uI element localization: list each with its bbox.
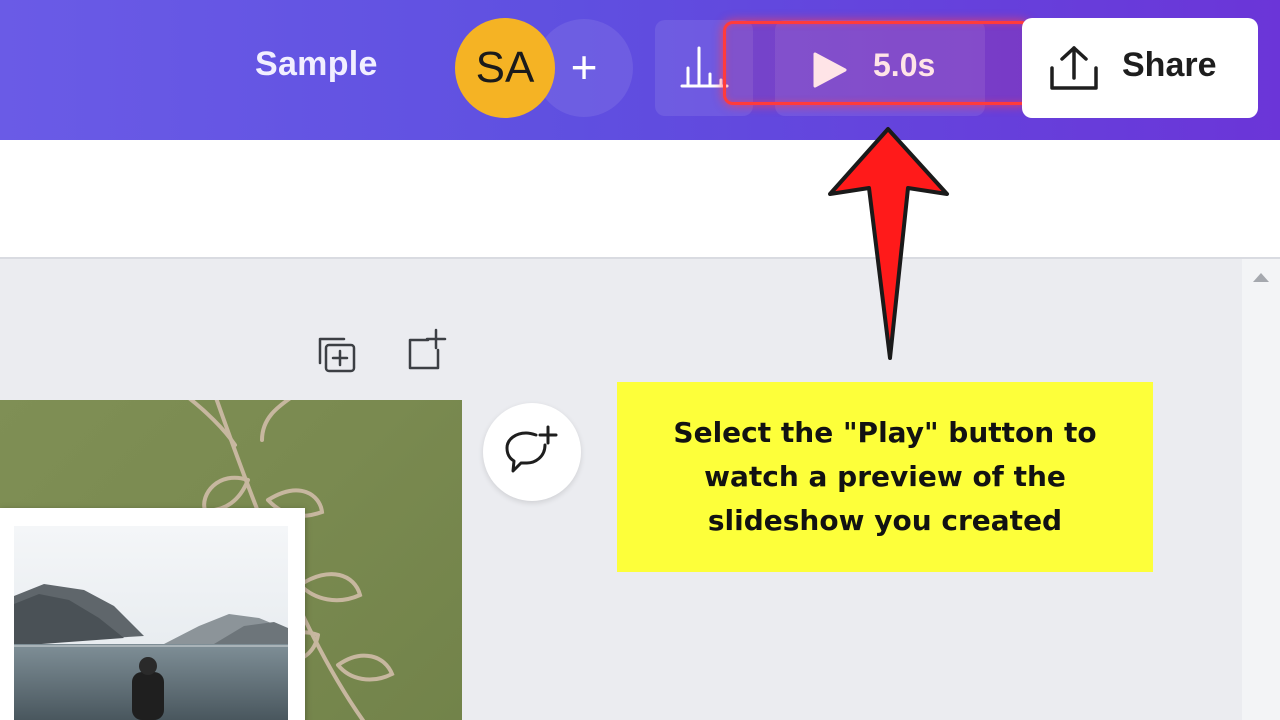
plus-icon: + [570, 41, 598, 93]
top-bar: Sample + SA 5.0s Share [0, 0, 1280, 140]
editor-toolbar [0, 140, 1280, 259]
design-title[interactable]: Sample [255, 45, 378, 84]
add-comment-icon [505, 425, 558, 473]
red-arrow-pointer [828, 127, 949, 360]
scroll-up-icon[interactable] [1253, 273, 1269, 282]
instruction-callout: Select the "Play" button to watch a prev… [617, 382, 1153, 572]
upload-icon [1050, 46, 1098, 90]
duplicate-page-icon[interactable] [316, 335, 360, 375]
add-comment-button[interactable] [483, 403, 581, 501]
user-avatar[interactable]: SA [455, 18, 555, 118]
play-button-highlight [723, 21, 1031, 105]
share-button[interactable]: Share [1022, 18, 1258, 118]
vertical-scrollbar[interactable] [1242, 259, 1280, 720]
callout-text: Select the "Play" button to watch a prev… [673, 416, 1097, 537]
photo-frame[interactable] [0, 508, 305, 720]
lake-photo [14, 526, 288, 720]
share-label: Share [1122, 46, 1217, 84]
slide-canvas[interactable] [0, 400, 462, 720]
add-page-icon[interactable] [404, 328, 452, 374]
